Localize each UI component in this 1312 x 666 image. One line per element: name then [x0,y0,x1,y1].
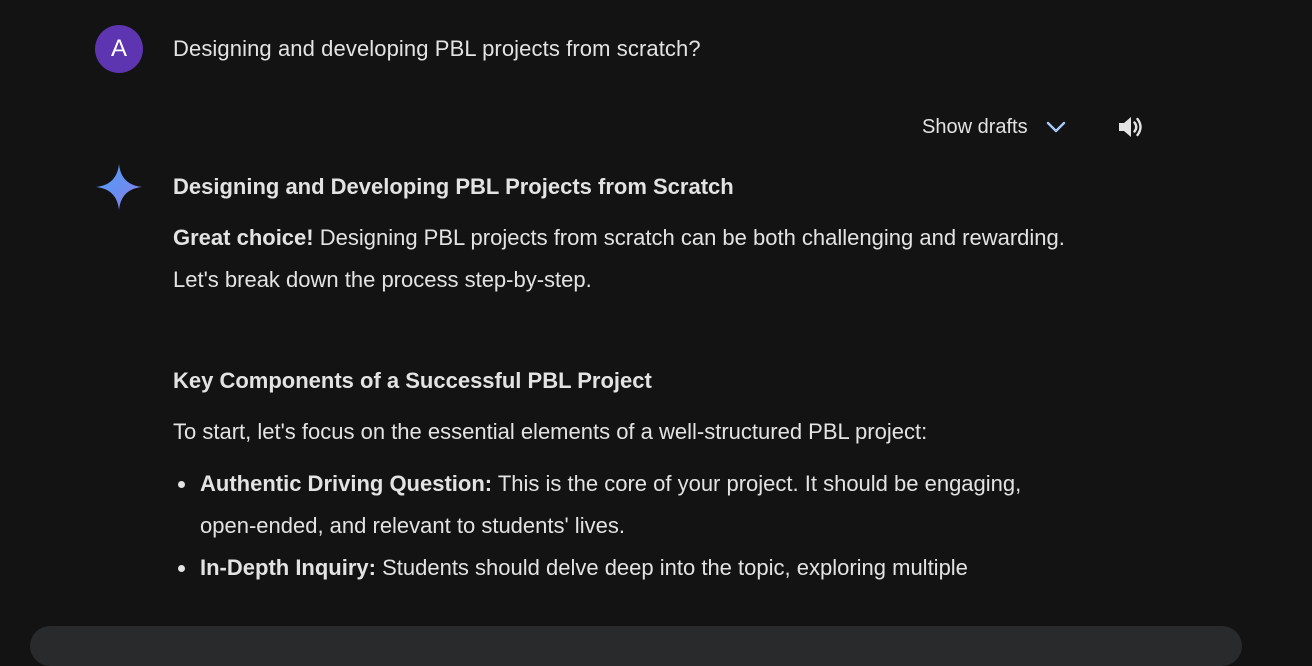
intro-bold: Great choice! [173,225,314,250]
chevron-down-icon [1046,121,1065,133]
section-lead: To start, let's focus on the essential e… [173,419,928,444]
list-item-term: Authentic Driving Question: [200,471,493,496]
list-item-term: In-Depth Inquiry: [200,555,376,580]
sparkle-icon [96,164,142,210]
list-item-text: Students should delve deep into the topi… [375,555,968,580]
key-components-list: Authentic Driving Question: This is the … [173,463,1073,589]
prompt-input-bar[interactable] [30,626,1242,666]
section-heading: Key Components of a Successful PBL Proje… [173,368,652,393]
list-item: Authentic Driving Question: This is the … [178,463,1073,547]
assistant-response: Designing and Developing PBL Projects fr… [173,170,1073,589]
response-toolbar: Show drafts [910,108,1150,146]
read-aloud-button[interactable] [1112,108,1150,146]
speaker-icon [1118,117,1142,137]
user-avatar[interactable]: A [95,25,143,73]
avatar-letter: A [110,35,127,62]
user-query-text: Designing and developing PBL projects fr… [173,36,701,61]
response-title: Designing and Developing PBL Projects fr… [173,174,734,199]
user-query-row: A Designing and developing PBL projects … [95,25,701,73]
show-drafts-button[interactable]: Show drafts [910,108,1080,146]
list-item: In-Depth Inquiry: Students should delve … [178,547,1073,589]
show-drafts-label: Show drafts [922,115,1028,138]
response-intro: Great choice! Designing PBL projects fro… [173,217,1073,301]
